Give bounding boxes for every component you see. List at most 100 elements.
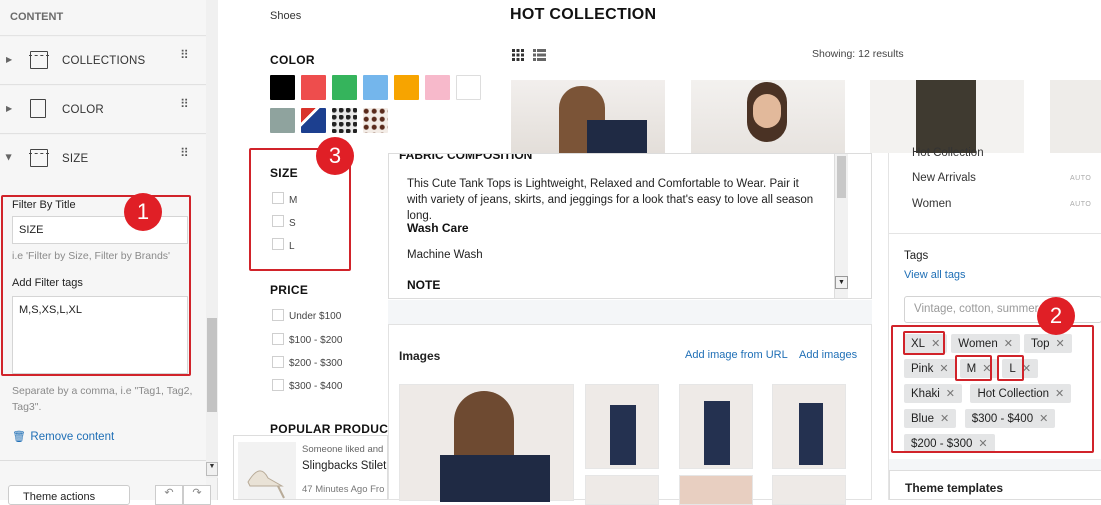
callout-badge-2: 2 [1037, 297, 1075, 335]
product-image[interactable] [511, 80, 665, 153]
image-thumbnail[interactable] [679, 475, 753, 505]
drag-handle-icon[interactable]: ⠿ [180, 49, 190, 61]
auto-badge: AUTO [1070, 175, 1092, 182]
highlight-tag-xl [903, 331, 945, 355]
store-filter-sidebar: Shoes COLOR SIZE M S L PRICE Under $100 … [226, 0, 481, 500]
swatch-black[interactable] [270, 75, 295, 100]
theme-templates-heading: Theme templates [905, 481, 1004, 495]
theme-templates-card: Theme templates [889, 470, 1101, 500]
section-label: SIZE [62, 153, 89, 165]
card-gap [388, 300, 872, 324]
swatch-green[interactable] [332, 75, 357, 100]
redo-button[interactable]: ↷ [183, 485, 211, 505]
image-thumbnail[interactable] [772, 384, 846, 469]
callout-box-1 [1, 195, 191, 376]
collapse-caret-icon[interactable]: ▶ [5, 154, 14, 160]
section-label: COLLECTIONS [62, 55, 146, 67]
image-thumbnail[interactable] [399, 384, 574, 502]
highlight-tag-m [955, 355, 992, 381]
product-thumbnail [238, 442, 296, 499]
filter-tags-hint: Separate by a comma, i.e "Tag1, Tag2, Ta… [12, 385, 193, 413]
description-scrollbar[interactable]: ▼ [834, 154, 848, 298]
view-all-tags-link[interactable]: View all tags [904, 269, 966, 281]
collection-item[interactable]: Hot Collection [912, 147, 984, 159]
section-label: COLOR [62, 104, 104, 116]
swatch-pink[interactable] [425, 75, 450, 100]
section-collections[interactable]: ▶ COLLECTIONS ⠿ [0, 37, 206, 85]
scroll-down-arrow-icon[interactable]: ▼ [835, 276, 848, 289]
image-thumbnail[interactable] [772, 475, 846, 505]
swatch-gray[interactable] [270, 108, 295, 133]
callout-badge-1: 1 [124, 193, 162, 231]
model-shape [704, 401, 730, 465]
checkbox[interactable] [272, 356, 284, 368]
scrollbar-thumb[interactable] [207, 318, 217, 412]
highlight-tag-l [997, 355, 1024, 381]
notification-product[interactable]: Slingbacks Stilet [302, 460, 386, 472]
drag-handle-icon[interactable]: ⠿ [180, 98, 190, 110]
swatch-red[interactable] [301, 75, 326, 100]
scroll-down-arrow-icon[interactable]: ▼ [206, 462, 218, 476]
checkbox[interactable] [272, 309, 284, 321]
section-icon [29, 149, 49, 167]
undo-button[interactable]: ↶ [155, 485, 183, 505]
note-heading: NOTE [407, 278, 441, 292]
swatch-white[interactable] [456, 75, 481, 100]
swatch-flag-pattern[interactable] [301, 108, 326, 133]
model-sweater [587, 120, 647, 153]
add-images-link[interactable]: Add images [799, 349, 857, 361]
model-face [753, 94, 781, 128]
pants-shape [916, 80, 976, 153]
checkbox[interactable] [272, 379, 284, 391]
section-size[interactable]: ▶ SIZE ⠿ [0, 135, 206, 183]
description-editor[interactable]: FABRIC COMPOSITION This Cute Tank Tops i… [388, 153, 872, 299]
collection-title: HOT COLLECTION [510, 6, 657, 23]
category-shoes[interactable]: Shoes [270, 10, 301, 22]
scrollbar-thumb[interactable] [837, 156, 846, 198]
image-edit-icon [30, 99, 46, 118]
image-thumbnail[interactable] [585, 475, 659, 505]
fabric-heading: FABRIC COMPOSITION [399, 153, 533, 162]
section-color[interactable]: ▶ COLOR ⠿ [0, 86, 206, 134]
callout-badge-3: 3 [316, 137, 354, 175]
collection-item[interactable]: New Arrivals [912, 172, 976, 184]
shoe-image [247, 470, 285, 499]
popular-product-heading: POPULAR PRODUCT [270, 422, 396, 436]
swatch-print[interactable] [363, 108, 388, 133]
product-image[interactable] [870, 80, 1024, 153]
wash-care-text: Machine Wash [407, 249, 483, 261]
image-thumbnail[interactable] [585, 384, 659, 469]
expand-caret-icon[interactable]: ▶ [6, 55, 12, 64]
trash-icon: 🗑 [12, 431, 26, 443]
swatch-leopard[interactable] [332, 108, 357, 133]
editor-panel: CONTENT ▶ COLLECTIONS ⠿ ▶ COLOR ⠿ ▶ SIZE… [0, 0, 218, 505]
description-text: This Cute Tank Tops is Lightweight, Rela… [407, 178, 814, 222]
results-count: Showing: 12 results [812, 48, 904, 60]
notification-time: 47 Minutes Ago Fro [302, 484, 385, 495]
product-image[interactable] [1050, 80, 1101, 153]
theme-actions-button[interactable]: Theme actions [8, 485, 130, 505]
checkbox[interactable] [272, 333, 284, 345]
drag-handle-icon[interactable]: ⠿ [180, 147, 190, 159]
expand-caret-icon[interactable]: ▶ [6, 104, 12, 113]
content-header: CONTENT [0, 0, 206, 36]
grid-view-icon[interactable] [512, 48, 524, 66]
images-card: Images Add image from URL Add images [388, 324, 872, 505]
auto-badge: AUTO [1070, 201, 1092, 208]
section-icon [29, 51, 49, 69]
model-sweater [440, 455, 550, 502]
product-image[interactable] [691, 80, 845, 153]
color-heading: COLOR [270, 53, 315, 67]
list-view-icon[interactable] [533, 48, 546, 66]
tags-heading: Tags [904, 250, 929, 262]
add-image-from-url-link[interactable]: Add image from URL [685, 349, 788, 361]
collection-item[interactable]: Women [912, 198, 951, 210]
image-thumbnail[interactable] [679, 384, 753, 469]
divider [889, 233, 1101, 234]
swatch-orange[interactable] [394, 75, 419, 100]
purchase-notification[interactable]: Someone liked and Slingbacks Stilet 47 M… [233, 435, 388, 500]
swatch-blue[interactable] [363, 75, 388, 100]
images-title: Images [399, 349, 441, 363]
remove-content-link[interactable]: 🗑 Remove content [12, 427, 114, 445]
editor-scrollbar[interactable]: ▼ [206, 0, 218, 478]
